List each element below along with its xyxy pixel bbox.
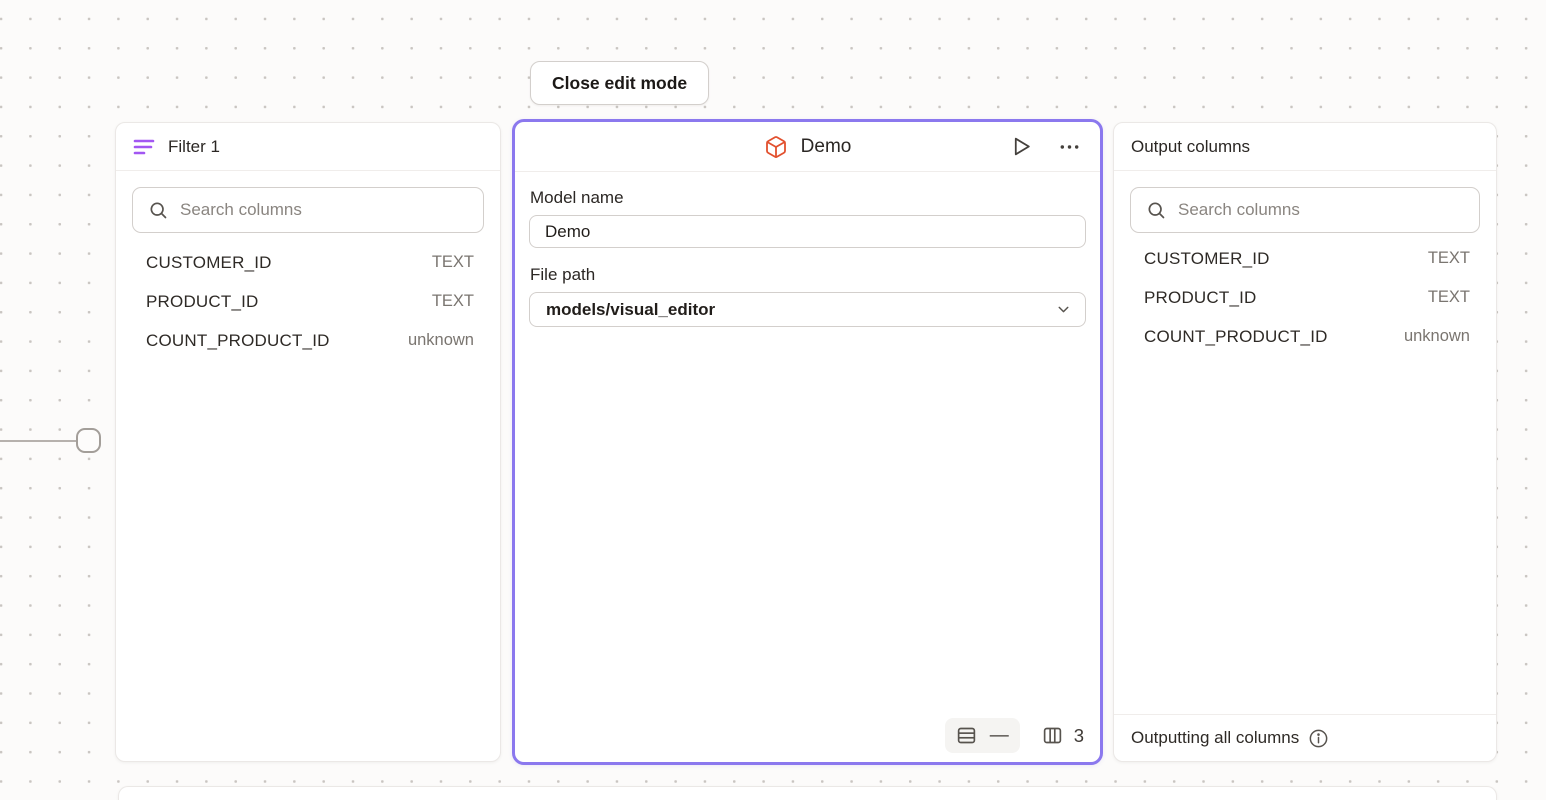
file-path-label: File path xyxy=(530,265,1086,285)
filter-column-list: CUSTOMER_ID TEXT PRODUCT_ID TEXT COUNT_P… xyxy=(132,243,484,360)
row-count-value: — xyxy=(990,726,1009,745)
column-name: COUNT_PRODUCT_ID xyxy=(146,331,330,351)
search-icon xyxy=(148,200,168,220)
column-type: unknown xyxy=(408,331,474,350)
column-row[interactable]: COUNT_PRODUCT_ID unknown xyxy=(132,321,484,360)
filter-node-panel[interactable]: Filter 1 CUSTOMER_ID TEXT PRODUCT_ID TEX… xyxy=(115,122,501,762)
model-cube-icon xyxy=(764,135,788,159)
column-type: unknown xyxy=(1404,327,1470,346)
output-panel-header: Output columns xyxy=(1114,123,1496,171)
bottom-node-panel[interactable] xyxy=(118,786,1497,800)
column-count-stat[interactable]: 3 xyxy=(1042,725,1084,747)
output-search-box[interactable] xyxy=(1130,187,1480,233)
column-name: CUSTOMER_ID xyxy=(146,253,272,273)
output-panel-title: Output columns xyxy=(1131,137,1250,157)
columns-icon xyxy=(1042,725,1063,746)
search-icon xyxy=(1146,200,1166,220)
rows-icon xyxy=(956,725,977,746)
output-columns-panel[interactable]: Output columns CUSTOMER_ID TEXT PRODUCT_… xyxy=(1113,122,1497,762)
output-footer: Outputting all columns xyxy=(1114,714,1496,761)
run-model-button[interactable] xyxy=(1007,132,1036,161)
file-path-value: models/visual_editor xyxy=(546,300,715,320)
column-name: PRODUCT_ID xyxy=(146,292,259,312)
file-path-select[interactable]: models/visual_editor xyxy=(529,292,1086,327)
model-result-stats: — 3 xyxy=(945,718,1084,753)
row-count-stat[interactable]: — xyxy=(945,718,1020,753)
output-column-list: CUSTOMER_ID TEXT PRODUCT_ID TEXT COUNT_P… xyxy=(1130,239,1480,356)
connector-edge xyxy=(0,440,77,442)
model-name-input[interactable] xyxy=(529,215,1086,248)
play-icon xyxy=(1009,134,1034,159)
column-type: TEXT xyxy=(432,292,474,311)
info-icon[interactable] xyxy=(1308,728,1329,749)
column-name: PRODUCT_ID xyxy=(1144,288,1257,308)
column-row[interactable]: PRODUCT_ID TEXT xyxy=(132,282,484,321)
filter-icon xyxy=(133,138,155,156)
filter-panel-title: Filter 1 xyxy=(168,137,220,157)
connector-handle[interactable] xyxy=(76,428,101,453)
column-row[interactable]: PRODUCT_ID TEXT xyxy=(1130,278,1480,317)
output-search-input[interactable] xyxy=(1178,200,1464,220)
model-panel-title: Demo xyxy=(801,136,852,158)
more-options-button[interactable] xyxy=(1056,133,1083,161)
model-name-label: Model name xyxy=(530,188,1086,208)
column-row[interactable]: CUSTOMER_ID TEXT xyxy=(132,243,484,282)
chevron-down-icon xyxy=(1055,301,1072,318)
column-count-value: 3 xyxy=(1074,725,1084,747)
ellipsis-icon xyxy=(1058,135,1081,159)
model-panel-header: Demo xyxy=(515,122,1100,172)
column-name: COUNT_PRODUCT_ID xyxy=(1144,327,1328,347)
filter-search-box[interactable] xyxy=(132,187,484,233)
model-node-panel-selected[interactable]: Demo Model name File path xyxy=(512,119,1103,765)
output-footer-text: Outputting all columns xyxy=(1131,728,1299,748)
column-type: TEXT xyxy=(432,253,474,272)
column-row[interactable]: CUSTOMER_ID TEXT xyxy=(1130,239,1480,278)
filter-search-input[interactable] xyxy=(180,200,468,220)
column-type: TEXT xyxy=(1428,249,1470,268)
column-type: TEXT xyxy=(1428,288,1470,307)
column-name: CUSTOMER_ID xyxy=(1144,249,1270,269)
close-edit-mode-button[interactable]: Close edit mode xyxy=(530,61,709,105)
filter-panel-header: Filter 1 xyxy=(116,123,500,171)
column-row[interactable]: COUNT_PRODUCT_ID unknown xyxy=(1130,317,1480,356)
